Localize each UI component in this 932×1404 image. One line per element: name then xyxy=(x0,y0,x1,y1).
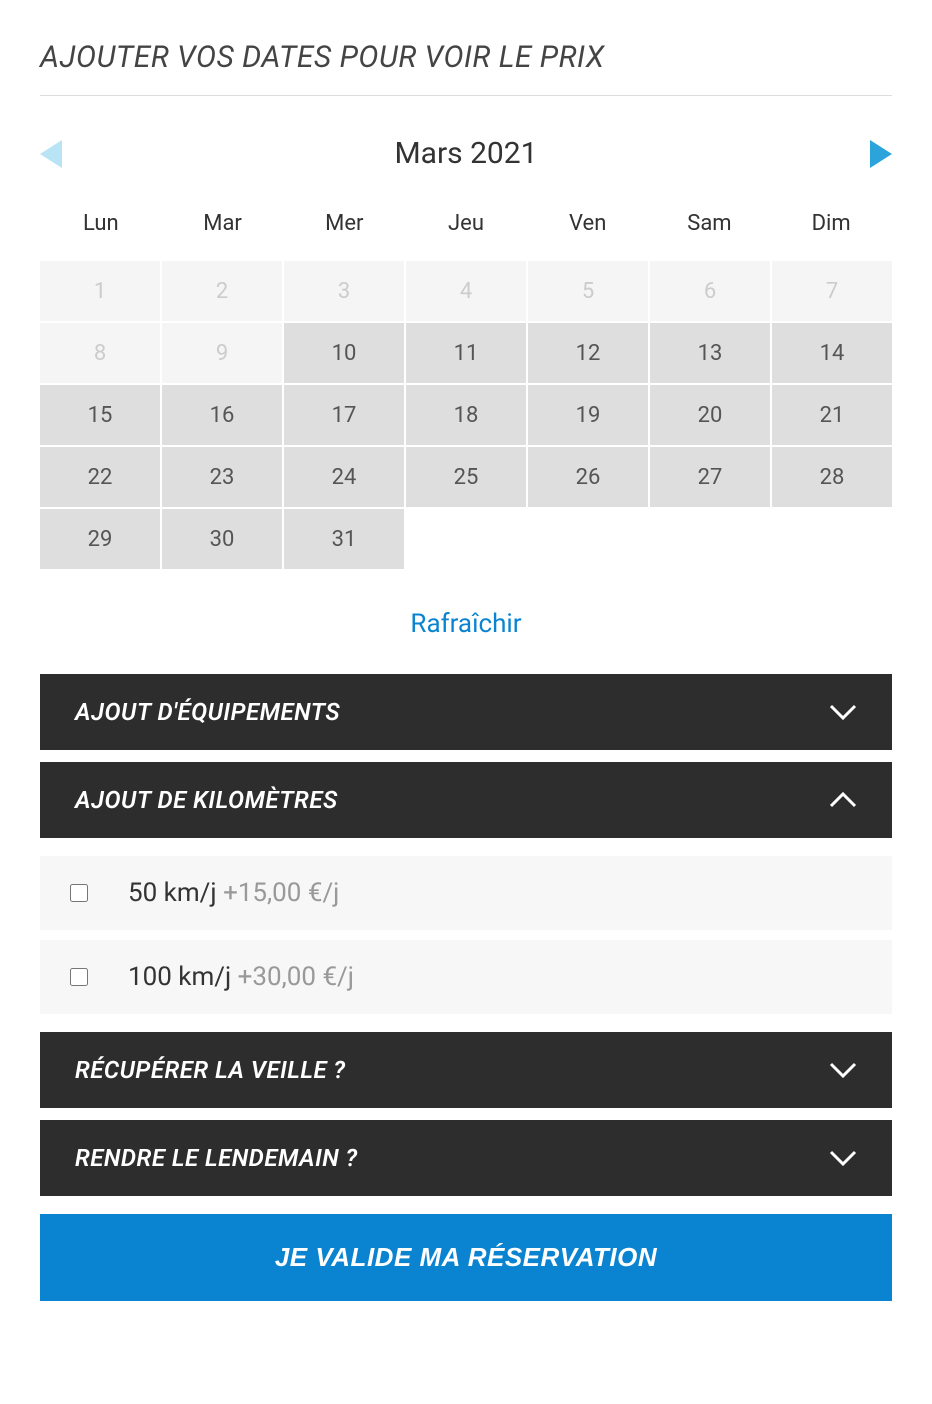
km-option-row: 100 km/j +30,00 €/j xyxy=(40,940,892,1014)
km-option-row: 50 km/j +15,00 €/j xyxy=(40,856,892,930)
day-header: Sam xyxy=(649,211,771,236)
day-cell[interactable]: 26 xyxy=(528,447,648,507)
day-cell[interactable]: 20 xyxy=(650,385,770,445)
day-headers-row: Lun Mar Mer Jeu Ven Sam Dim xyxy=(40,211,892,236)
day-cell: 2 xyxy=(162,261,282,321)
accordion-title: RENDRE LE LENDEMAIN ? xyxy=(75,1144,358,1172)
day-cell[interactable]: 28 xyxy=(772,447,892,507)
km-option-label: 100 km/j +30,00 €/j xyxy=(128,962,354,992)
accordion-pickup[interactable]: RÉCUPÉRER LA VEILLE ? xyxy=(40,1032,892,1108)
day-cell: 5 xyxy=(528,261,648,321)
day-cell: 1 xyxy=(40,261,160,321)
day-header: Lun xyxy=(40,211,162,236)
day-cell[interactable]: 15 xyxy=(40,385,160,445)
day-cell xyxy=(406,509,526,569)
day-cell[interactable]: 11 xyxy=(406,323,526,383)
day-cell[interactable]: 17 xyxy=(284,385,404,445)
submit-button[interactable]: JE VALIDE MA RÉSERVATION xyxy=(40,1214,892,1301)
chevron-down-icon xyxy=(829,704,857,720)
day-cell[interactable]: 12 xyxy=(528,323,648,383)
day-cell: 6 xyxy=(650,261,770,321)
accordion-title: RÉCUPÉRER LA VEILLE ? xyxy=(75,1056,345,1084)
accordion: AJOUT D'ÉQUIPEMENTS AJOUT DE KILOMÈTRES … xyxy=(40,674,892,1301)
km-option-checkbox[interactable] xyxy=(70,968,88,986)
km-option-text: 100 km/j xyxy=(128,962,231,992)
day-cell: 3 xyxy=(284,261,404,321)
day-cell xyxy=(650,509,770,569)
day-cell xyxy=(528,509,648,569)
day-cell[interactable]: 16 xyxy=(162,385,282,445)
days-grid: 1234567891011121314151617181920212223242… xyxy=(40,261,892,569)
day-cell[interactable]: 18 xyxy=(406,385,526,445)
calendar-grid: Lun Mar Mer Jeu Ven Sam Dim 123456789101… xyxy=(40,211,892,569)
refresh-link[interactable]: Rafraîchir xyxy=(40,609,892,639)
day-cell[interactable]: 30 xyxy=(162,509,282,569)
day-cell: 8 xyxy=(40,323,160,383)
day-cell[interactable]: 24 xyxy=(284,447,404,507)
day-cell[interactable]: 10 xyxy=(284,323,404,383)
chevron-down-icon xyxy=(829,1062,857,1078)
month-label: Mars 2021 xyxy=(394,136,537,171)
accordion-title: AJOUT DE KILOMÈTRES xyxy=(75,786,338,814)
km-option-price: +15,00 €/j xyxy=(223,878,339,908)
day-cell: 4 xyxy=(406,261,526,321)
day-cell[interactable]: 21 xyxy=(772,385,892,445)
day-header: Mer xyxy=(283,211,405,236)
day-cell[interactable]: 31 xyxy=(284,509,404,569)
day-header: Dim xyxy=(770,211,892,236)
chevron-up-icon xyxy=(829,792,857,808)
calendar-header: Mars 2021 xyxy=(40,136,892,171)
day-cell[interactable]: 25 xyxy=(406,447,526,507)
day-cell[interactable]: 13 xyxy=(650,323,770,383)
km-option-text: 50 km/j xyxy=(128,878,217,908)
day-cell[interactable]: 14 xyxy=(772,323,892,383)
km-option-price: +30,00 €/j xyxy=(238,962,354,992)
day-cell[interactable]: 27 xyxy=(650,447,770,507)
km-option-checkbox[interactable] xyxy=(70,884,88,902)
day-cell[interactable]: 19 xyxy=(528,385,648,445)
page-title: AJOUTER VOS DATES POUR VOIR LE PRIX xyxy=(40,40,892,96)
kilometers-options: 50 km/j +15,00 €/j 100 km/j +30,00 €/j xyxy=(40,856,892,1014)
accordion-equipment[interactable]: AJOUT D'ÉQUIPEMENTS xyxy=(40,674,892,750)
accordion-kilometers[interactable]: AJOUT DE KILOMÈTRES xyxy=(40,762,892,838)
day-cell[interactable]: 22 xyxy=(40,447,160,507)
day-header: Jeu xyxy=(405,211,527,236)
next-month-icon[interactable] xyxy=(870,140,892,168)
day-cell[interactable]: 29 xyxy=(40,509,160,569)
day-cell: 7 xyxy=(772,261,892,321)
day-cell xyxy=(772,509,892,569)
km-option-label: 50 km/j +15,00 €/j xyxy=(128,878,339,908)
chevron-down-icon xyxy=(829,1150,857,1166)
accordion-title: AJOUT D'ÉQUIPEMENTS xyxy=(75,698,340,726)
day-header: Ven xyxy=(527,211,649,236)
day-cell[interactable]: 23 xyxy=(162,447,282,507)
day-cell: 9 xyxy=(162,323,282,383)
day-header: Mar xyxy=(162,211,284,236)
prev-month-icon[interactable] xyxy=(40,140,62,168)
accordion-return[interactable]: RENDRE LE LENDEMAIN ? xyxy=(40,1120,892,1196)
